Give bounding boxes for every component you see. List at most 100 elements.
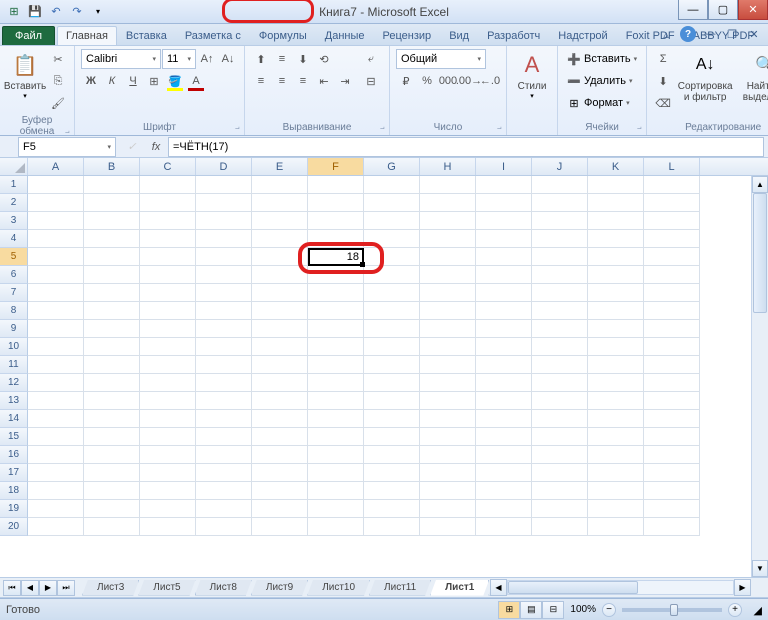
col-H[interactable]: H [420, 158, 476, 175]
cell-H15[interactable] [420, 428, 476, 446]
cell-E4[interactable] [252, 230, 308, 248]
cell-D6[interactable] [196, 266, 252, 284]
cell-H2[interactable] [420, 194, 476, 212]
indent-inc-icon[interactable]: ⇥ [335, 71, 355, 91]
cell-I17[interactable] [476, 464, 532, 482]
cell-A13[interactable] [28, 392, 84, 410]
cell-H4[interactable] [420, 230, 476, 248]
cell-D15[interactable] [196, 428, 252, 446]
cell-H12[interactable] [420, 374, 476, 392]
cell-K9[interactable] [588, 320, 644, 338]
cell-K18[interactable] [588, 482, 644, 500]
cell-D10[interactable] [196, 338, 252, 356]
zoom-out-button[interactable]: − [602, 603, 616, 617]
cell-G12[interactable] [364, 374, 420, 392]
cell-B15[interactable] [84, 428, 140, 446]
row-header[interactable]: 20 [0, 518, 28, 536]
cell-F8[interactable] [308, 302, 364, 320]
cell-C6[interactable] [140, 266, 196, 284]
cell-J16[interactable] [532, 446, 588, 464]
cell-A14[interactable] [28, 410, 84, 428]
hscroll-thumb[interactable] [508, 581, 638, 594]
sheet-tab[interactable]: Лист9 [251, 580, 308, 596]
cell-G2[interactable] [364, 194, 420, 212]
cell-E13[interactable] [252, 392, 308, 410]
cell-C20[interactable] [140, 518, 196, 536]
cell-D19[interactable] [196, 500, 252, 518]
cell-G13[interactable] [364, 392, 420, 410]
cell-F6[interactable] [308, 266, 364, 284]
help-icon[interactable]: ? [680, 26, 696, 42]
maximize-button[interactable]: ▢ [708, 0, 738, 20]
cell-B18[interactable] [84, 482, 140, 500]
cell-H17[interactable] [420, 464, 476, 482]
cell-B14[interactable] [84, 410, 140, 428]
cut-icon[interactable]: ✂ [48, 49, 68, 69]
cell-C5[interactable] [140, 248, 196, 266]
cell-L13[interactable] [644, 392, 700, 410]
cell-C19[interactable] [140, 500, 196, 518]
font-size-select[interactable]: 11▾ [162, 49, 196, 69]
cell-J10[interactable] [532, 338, 588, 356]
normal-view-icon[interactable]: ⊞ [498, 601, 520, 619]
cell-J17[interactable] [532, 464, 588, 482]
cell-F20[interactable] [308, 518, 364, 536]
align-top-icon[interactable]: ⬆ [251, 49, 271, 69]
sheet-tab[interactable]: Лист11 [369, 580, 431, 596]
cell-E11[interactable] [252, 356, 308, 374]
number-format-select[interactable]: Общий▾ [396, 49, 486, 69]
tab-view[interactable]: Вид [440, 26, 478, 45]
cell-G19[interactable] [364, 500, 420, 518]
cell-J14[interactable] [532, 410, 588, 428]
cell-J4[interactable] [532, 230, 588, 248]
pagebreak-view-icon[interactable]: ⊟ [542, 601, 564, 619]
row-header[interactable]: 16 [0, 446, 28, 464]
cell-G18[interactable] [364, 482, 420, 500]
vscroll-thumb[interactable] [753, 193, 767, 313]
cell-J18[interactable] [532, 482, 588, 500]
cell-H10[interactable] [420, 338, 476, 356]
cell-K16[interactable] [588, 446, 644, 464]
cell-A8[interactable] [28, 302, 84, 320]
cell-I8[interactable] [476, 302, 532, 320]
font-name-select[interactable]: Calibri▾ [81, 49, 161, 69]
cell-C18[interactable] [140, 482, 196, 500]
format-painter-icon[interactable]: 🖌 [48, 93, 68, 113]
cell-I20[interactable] [476, 518, 532, 536]
cell-A5[interactable] [28, 248, 84, 266]
tab-review[interactable]: Рецензир [374, 26, 441, 45]
cell-H1[interactable] [420, 176, 476, 194]
cell-H20[interactable] [420, 518, 476, 536]
cell-L2[interactable] [644, 194, 700, 212]
cell-E2[interactable] [252, 194, 308, 212]
cell-A3[interactable] [28, 212, 84, 230]
cell-J15[interactable] [532, 428, 588, 446]
scroll-down-button[interactable]: ▼ [752, 560, 768, 577]
cell-K1[interactable] [588, 176, 644, 194]
cell-G15[interactable] [364, 428, 420, 446]
cell-D8[interactable] [196, 302, 252, 320]
styles-button[interactable]: A Стили ▾ [513, 49, 551, 102]
cell-L7[interactable] [644, 284, 700, 302]
cell-C15[interactable] [140, 428, 196, 446]
cell-F16[interactable] [308, 446, 364, 464]
vertical-scrollbar[interactable]: ▲ ▼ [751, 176, 768, 577]
ribbon-minimize-icon[interactable]: ▵ [658, 26, 674, 42]
cell-L16[interactable] [644, 446, 700, 464]
cell-B1[interactable] [84, 176, 140, 194]
cell-K13[interactable] [588, 392, 644, 410]
cell-A17[interactable] [28, 464, 84, 482]
cell-B3[interactable] [84, 212, 140, 230]
cell-I6[interactable] [476, 266, 532, 284]
cell-K10[interactable] [588, 338, 644, 356]
cell-J9[interactable] [532, 320, 588, 338]
scroll-up-button[interactable]: ▲ [752, 176, 768, 193]
col-L[interactable]: L [644, 158, 700, 175]
cell-J1[interactable] [532, 176, 588, 194]
col-K[interactable]: K [588, 158, 644, 175]
cell-J13[interactable] [532, 392, 588, 410]
autosum-icon[interactable]: Σ [653, 49, 673, 69]
cell-I14[interactable] [476, 410, 532, 428]
delete-cells-button[interactable]: ➖Удалить▾ [564, 71, 640, 91]
cell-K15[interactable] [588, 428, 644, 446]
